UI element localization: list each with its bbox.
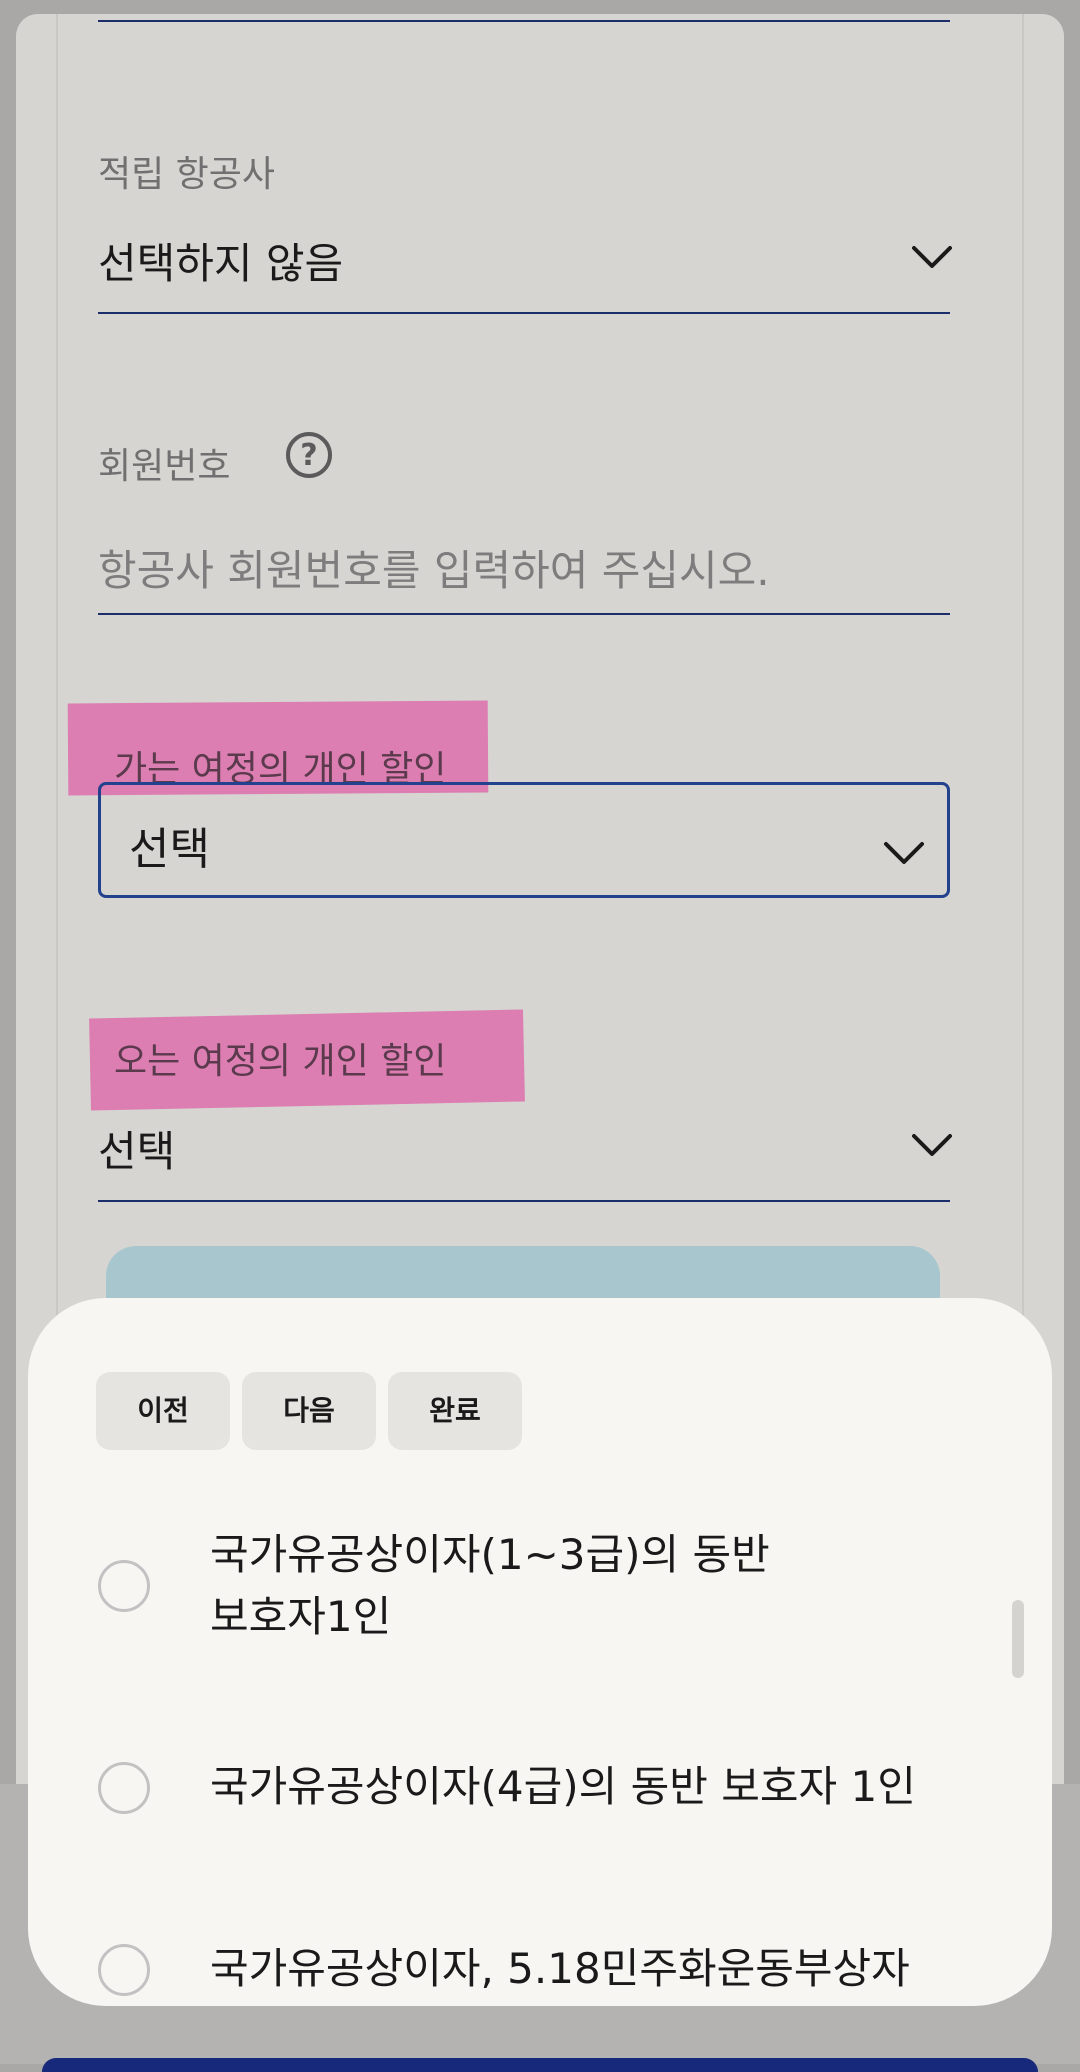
done-button[interactable]: 완료 xyxy=(388,1372,522,1450)
airline-select-value[interactable]: 선택하지 않음 xyxy=(98,230,343,291)
option-1-line-2[interactable]: 보호자1인 xyxy=(210,1586,391,1648)
radio-option-3[interactable] xyxy=(98,1944,150,1996)
outbound-discount-select[interactable]: 선택 xyxy=(98,782,950,898)
previous-field-underline xyxy=(98,20,950,22)
return-discount-underline xyxy=(98,1200,950,1202)
option-2-label[interactable]: 국가유공상이자(4급)의 동반 보호자 1인 xyxy=(210,1756,916,1818)
option-1-line-1[interactable]: 국가유공상이자(1~3급)의 동반 xyxy=(210,1524,770,1586)
chevron-down-icon[interactable] xyxy=(910,1132,954,1160)
chevron-down-icon[interactable] xyxy=(910,244,954,272)
prev-button[interactable]: 이전 xyxy=(96,1372,230,1450)
radio-option-2[interactable] xyxy=(98,1762,150,1814)
help-icon[interactable]: ? xyxy=(286,432,332,478)
member-number-input[interactable]: 항공사 회원번호를 입력하여 주십시오. xyxy=(98,537,770,598)
option-3-label[interactable]: 국가유공상이자, 5.18민주화운동부상자 xyxy=(210,1938,910,2000)
chevron-down-icon[interactable] xyxy=(882,840,926,868)
airline-label: 적립 항공사 xyxy=(98,154,276,195)
outbound-discount-value: 선택 xyxy=(129,824,210,875)
radio-option-1[interactable] xyxy=(98,1560,150,1612)
bottom-action-bar[interactable] xyxy=(42,2058,1038,2072)
member-number-label: 회원번호 xyxy=(98,446,231,487)
return-discount-label: 오는 여정의 개인 할인 xyxy=(114,1041,447,1082)
option-picker-sheet: 이전 다음 완료 국가유공상이자(1~3급)의 동반 보호자1인 국가유공상이자… xyxy=(28,1298,1052,2006)
member-number-underline xyxy=(98,613,950,615)
return-discount-value[interactable]: 선택 xyxy=(98,1118,175,1179)
next-button[interactable]: 다음 xyxy=(242,1372,376,1450)
airline-select-underline xyxy=(98,312,950,314)
scrollbar-thumb[interactable] xyxy=(1012,1600,1024,1678)
